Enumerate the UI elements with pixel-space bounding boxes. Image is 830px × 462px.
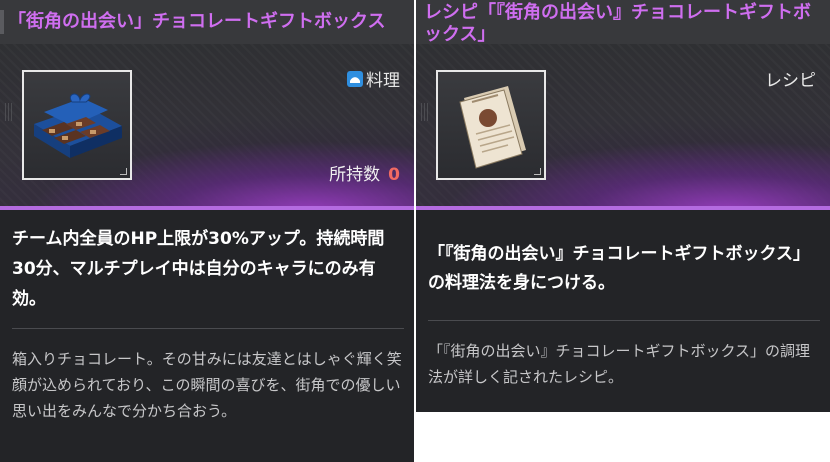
- item-hero-panel: |||||| 料理 所持数 0: [0, 44, 414, 210]
- item-card-chocolate: 「街角の出会い」チョコレートギフトボックス |||||| 料理 所持数 0 チー…: [0, 0, 414, 462]
- item-card-recipe: レシピ「『街角の出会い』チョコレートギフトボックス」 |||||| レシピ 「『…: [416, 0, 830, 412]
- item-title: 「街角の出会い」チョコレートギフトボックス: [0, 0, 414, 44]
- section-divider: [428, 320, 820, 321]
- item-description-text: 箱入りチョコレート。その甘みには友達とはしゃぐ輝く笑顔が込められており、この瞬間…: [12, 350, 402, 420]
- owned-count: 所持数 0: [329, 160, 400, 185]
- item-effect-text: チーム内全員のHP上限が30%アップ。持続時間30分、マルチプレイ中は自分のキャ…: [12, 229, 385, 309]
- decorative-side-text: ||||||: [4, 103, 14, 122]
- item-title-text: レシピ「『街角の出会い』チョコレートギフトボックス」: [424, 2, 811, 45]
- item-category-label: レシピ: [765, 71, 816, 91]
- chocolate-box-image: [34, 93, 122, 158]
- owned-label: 所持数: [329, 165, 381, 185]
- item-title-text: 「街角の出会い」チョコレートギフトボックス: [8, 11, 386, 32]
- accent-divider: [0, 206, 414, 210]
- item-thumbnail[interactable]: [22, 70, 132, 180]
- accent-divider: [416, 206, 830, 210]
- section-divider: [12, 328, 404, 329]
- item-category-label: 料理: [366, 71, 400, 91]
- item-category: 料理: [347, 66, 400, 91]
- item-title: レシピ「『街角の出会い』チョコレートギフトボックス」: [416, 0, 830, 45]
- item-effect-text: 「『街角の出会い』チョコレートギフトボックス」の料理法を身につける。: [428, 244, 810, 293]
- item-description-text: 「『街角の出会い』チョコレートギフトボックス」の調理法が詳しく記されたレシピ。: [428, 342, 811, 386]
- thumb-corner-mark: [120, 168, 127, 175]
- cooking-icon: [347, 70, 363, 87]
- decorative-side-text: ||||||: [420, 103, 430, 122]
- thumb-corner-mark: [534, 168, 541, 175]
- recipe-paper-image: [459, 86, 526, 169]
- item-hero-panel: |||||| レシピ: [416, 44, 830, 210]
- item-thumbnail[interactable]: [436, 70, 546, 180]
- item-category: レシピ: [765, 66, 816, 91]
- owned-value: 0: [388, 165, 400, 185]
